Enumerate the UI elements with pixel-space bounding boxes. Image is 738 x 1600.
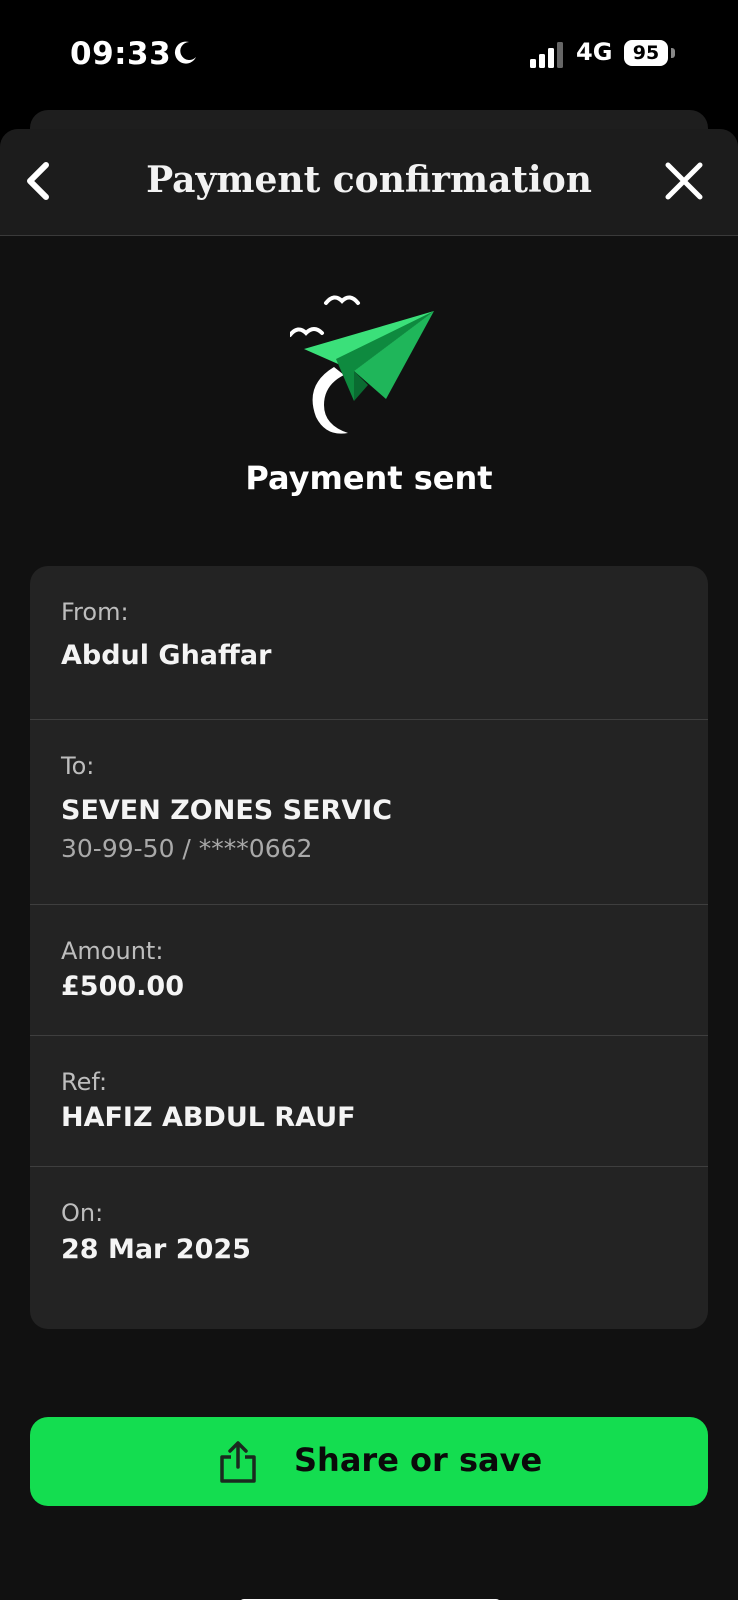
to-value: SEVEN ZONES SERVIC <box>61 795 393 826</box>
date-value: 28 Mar 2025 <box>61 1234 251 1265</box>
paper-plane-icon <box>290 295 434 434</box>
date-label: On: <box>61 1199 104 1227</box>
amount-label: Amount: <box>61 937 164 965</box>
share-icon <box>220 1441 256 1483</box>
moon-icon <box>174 41 196 64</box>
to-account-number: 30-99-50 / ****0662 <box>61 834 313 863</box>
from-value: Abdul Ghaffar <box>61 640 272 671</box>
close-icon[interactable] <box>656 153 712 209</box>
detail-row-to: To: SEVEN ZONES SERVIC 30-99-50 / ****06… <box>30 720 708 905</box>
detail-row-date: On: 28 Mar 2025 <box>30 1167 708 1329</box>
payment-confirmation-sheet: Payment confirmation Payment sent From: … <box>0 129 738 1600</box>
share-or-save-button[interactable]: Share or save <box>30 1417 708 1506</box>
detail-row-from: From: Abdul Ghaffar <box>30 566 708 720</box>
amount-value: £500.00 <box>61 971 184 1002</box>
signal-icon <box>530 42 563 68</box>
sheet-header: Payment confirmation <box>0 129 738 236</box>
payment-sent-title: Payment sent <box>245 459 493 497</box>
battery-icon: 95 <box>624 40 675 68</box>
page-title: Payment confirmation <box>146 159 592 201</box>
detail-row-ref: Ref: HAFIZ ABDUL RAUF <box>30 1036 708 1167</box>
detail-row-amount: Amount: £500.00 <box>30 905 708 1036</box>
ref-value: HAFIZ ABDUL RAUF <box>61 1102 356 1133</box>
status-bar: 09:33 4G 95 <box>0 0 738 110</box>
from-label: From: <box>61 598 129 626</box>
payment-details-card: From: Abdul Ghaffar To: SEVEN ZONES SERV… <box>30 566 708 1329</box>
ref-label: Ref: <box>61 1068 108 1096</box>
network-type: 4G <box>576 38 613 66</box>
status-time: 09:33 <box>70 36 172 72</box>
share-or-save-label: Share or save <box>294 1441 543 1479</box>
to-label: To: <box>61 752 95 780</box>
battery-level: 95 <box>624 40 668 66</box>
